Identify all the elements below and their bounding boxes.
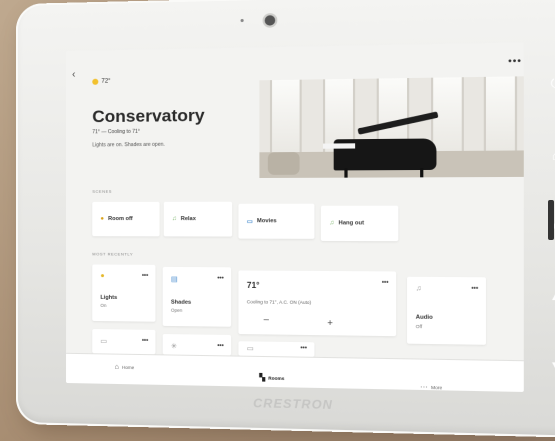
scene-label: Relax [180, 216, 196, 223]
more-icon[interactable]: ••• [382, 280, 389, 286]
sun-icon: ● [100, 216, 105, 223]
device-state: Off [415, 323, 423, 330]
thermostat-card[interactable]: 71° ••• Cooling to 71°, A.C. ON (Auto) –… [238, 270, 397, 337]
nav-home[interactable]: ⌂ Home [115, 364, 135, 371]
camera-icon [264, 15, 276, 26]
scene-label: Room off [108, 216, 133, 223]
piano-keys [322, 143, 356, 149]
arrow-up-icon[interactable]: ▲ [544, 284, 555, 308]
home-icon[interactable]: ⌂ [544, 144, 555, 168]
tv-icon: ▭ [246, 218, 253, 225]
room-summary: Lights are on. Shades are open. [92, 141, 165, 149]
scene-label: Movies [256, 218, 277, 225]
more-icon[interactable]: ••• [217, 343, 224, 349]
ambient-sensor [240, 18, 244, 23]
tv-icon: ▭ [100, 338, 108, 346]
device-name: Shades [170, 299, 192, 306]
audio-card[interactable]: ♫ ••• Audio Off [407, 276, 487, 345]
more-options-icon[interactable]: ••• [508, 55, 522, 66]
piano-leg [420, 167, 424, 178]
device-icon: ▭ [246, 345, 254, 353]
more-icon[interactable]: ••• [300, 345, 307, 351]
nav-label: Home [121, 364, 135, 371]
home-icon: ⌂ [114, 363, 119, 371]
device-name: Lights [100, 294, 118, 302]
scene-room-off[interactable]: ● Room off [92, 201, 160, 237]
thermostat-temp: 71° [246, 280, 260, 291]
shades-card[interactable]: ▤ ••• Shades Open [162, 266, 232, 327]
nav-rooms[interactable]: ▚ Rooms [259, 373, 284, 382]
more-icon[interactable]: ••• [142, 273, 148, 279]
room-photo [259, 76, 524, 179]
increase-temp-button[interactable]: + [327, 318, 333, 328]
music-icon: ♫ [329, 220, 335, 227]
device-card-partial[interactable]: ▭ ••• [92, 329, 156, 355]
music-icon: ♫ [171, 216, 177, 223]
nav-label: More [431, 384, 443, 391]
device-name: Audio [415, 314, 433, 321]
chevron-left-icon[interactable]: ‹ [72, 69, 75, 80]
lights-card[interactable]: ● ••• Lights On [92, 264, 156, 322]
touch-panel-bezel: ⏻ ⌂ ● ▲ ▼ CRESTRON ‹ ••• 72° Conservator… [16, 0, 555, 438]
decrease-temp-button[interactable]: – [264, 314, 269, 324]
fan-icon: ✳ [170, 343, 177, 351]
thermostat-status: Cooling to 71°, A.C. ON (Auto) [246, 299, 312, 306]
bottom-nav: ⌂ Home ▚ Rooms ··· More [66, 352, 524, 392]
weather-temp: 72° [101, 78, 111, 85]
chair [267, 152, 300, 175]
shades-icon: ▤ [170, 276, 178, 284]
piano-leg [344, 168, 348, 178]
devices-section-label: Most recently [92, 251, 134, 257]
side-button[interactable] [548, 200, 554, 240]
screen: ‹ ••• 72° Conservatory 71° — Cooling to … [66, 42, 524, 392]
brand-logo: CRESTRON [253, 395, 333, 413]
device-card-partial[interactable]: ▭ ••• [238, 341, 315, 357]
light-bulb-icon: ● [100, 272, 105, 280]
arrow-down-icon[interactable]: ▼ [544, 354, 555, 378]
scene-label: Hang out [338, 220, 365, 227]
sun-icon [92, 78, 99, 85]
weather-widget: 72° [92, 78, 111, 85]
music-icon: ♫ [415, 285, 422, 293]
device-state: On [100, 302, 107, 308]
power-icon[interactable]: ⏻ [544, 71, 555, 95]
more-icon: ··· [420, 383, 428, 392]
scene-movies[interactable]: ▭ Movies [238, 203, 315, 239]
device-card-partial[interactable]: ✳ ••• [162, 334, 232, 356]
more-icon[interactable]: ••• [471, 286, 478, 292]
scenes-section-label: Scenes [92, 188, 112, 194]
more-icon[interactable]: ••• [217, 275, 224, 281]
scene-relax[interactable]: ♫ Relax [163, 201, 233, 237]
room-climate-status: 71° — Cooling to 71° [92, 128, 140, 136]
device-state: Open [170, 307, 183, 313]
room-title: Conservatory [92, 105, 205, 127]
nav-label: Rooms [268, 375, 285, 381]
rooms-icon: ▚ [259, 374, 266, 382]
scene-hang-out[interactable]: ♫ Hang out [320, 205, 399, 242]
more-icon[interactable]: ••• [142, 338, 148, 344]
nav-more[interactable]: ··· More [420, 384, 442, 392]
